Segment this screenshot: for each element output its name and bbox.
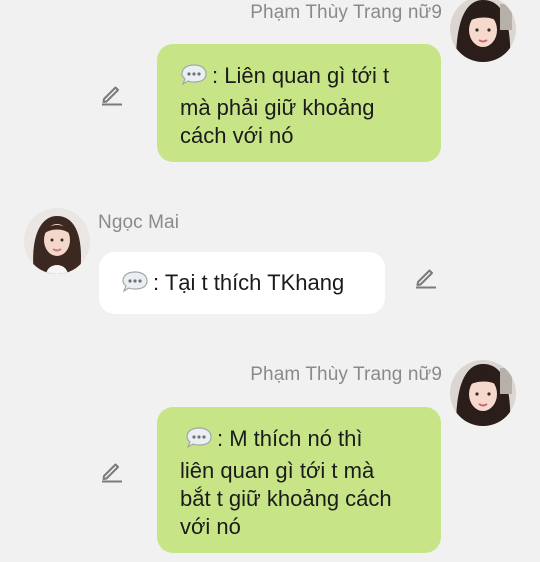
chat-thread: Phạm Thùy Trang nữ9: Liên quan gì tới t… — [0, 0, 540, 562]
avatar-photo — [24, 208, 90, 274]
sender-name: Ngọc Mai — [98, 212, 180, 233]
avatar[interactable] — [24, 208, 90, 274]
speech-bubble-icon — [185, 426, 213, 457]
avatar-photo — [450, 0, 516, 62]
message-text-line: mà phải giữ khoảng — [180, 95, 375, 120]
avatar[interactable] — [450, 360, 516, 426]
message-text-line: cách với nó — [180, 123, 294, 148]
message-bubble[interactable]: : Tại t thích TKhang — [99, 252, 385, 314]
message-text-line: : Liên quan gì tới t — [212, 63, 390, 88]
sender-name: Phạm Thùy Trang nữ9 — [250, 364, 442, 385]
message-text-line: : Tại t thích TKhang — [153, 270, 345, 295]
pencil-icon[interactable] — [413, 263, 439, 289]
message-bubble[interactable]: : M thích nó thì liên quan gì tới t mà b… — [157, 407, 441, 553]
avatar-photo — [450, 360, 516, 426]
avatar[interactable] — [450, 0, 516, 62]
speech-bubble-icon — [121, 270, 149, 301]
message-text-line: với nó — [180, 514, 241, 539]
message-text-line: liên quan gì tới t mà — [180, 458, 375, 483]
sender-name: Phạm Thùy Trang nữ9 — [250, 2, 442, 23]
speech-bubble-icon — [180, 63, 208, 94]
message-text-line: : M thích nó thì — [217, 426, 363, 451]
pencil-icon[interactable] — [99, 457, 125, 483]
message-text-line: bắt t giữ khoảng cách — [180, 486, 392, 511]
message-bubble[interactable]: : Liên quan gì tới t mà phải giữ khoảng … — [157, 44, 441, 162]
pencil-icon[interactable] — [99, 80, 125, 106]
